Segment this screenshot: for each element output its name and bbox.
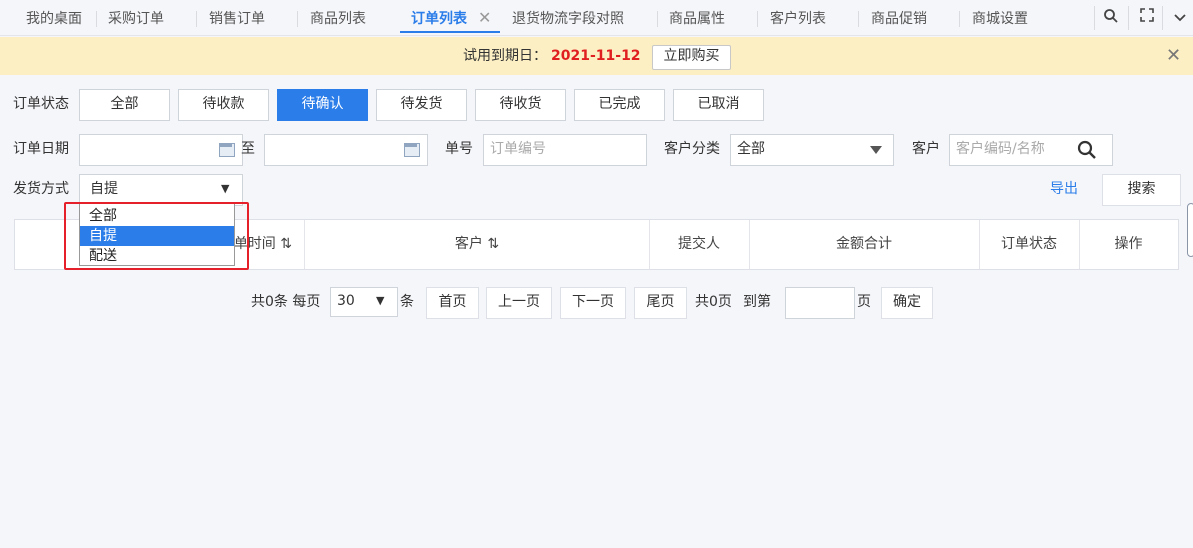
trial-expiry-label: 试用到期日： (463, 48, 547, 64)
tab-sales-orders[interactable]: 销售订单 (209, 0, 265, 36)
tab-product-list[interactable]: 商品列表 (310, 0, 366, 36)
tab-product-promotion[interactable]: 商品促销 (871, 0, 927, 36)
toolbar-divider (1094, 6, 1095, 30)
prev-page-button[interactable]: 上一页 (486, 287, 552, 319)
tab-divider (96, 11, 97, 27)
tab-purchase-orders[interactable]: 采购订单 (108, 0, 164, 36)
tab-divider (959, 11, 960, 27)
export-link[interactable]: 导出 (1050, 179, 1078, 199)
status-button-pending-shipment[interactable]: 待发货 (376, 89, 467, 121)
calendar-icon (219, 143, 235, 157)
column-header-customer[interactable]: 客户 ⇅ (305, 220, 650, 269)
customer-category-select[interactable]: 全部 (730, 134, 894, 166)
order-date-label: 订单日期 (13, 141, 69, 157)
tab-my-desktop[interactable]: 我的桌面 (26, 0, 82, 36)
tab-bar: 我的桌面 采购订单 销售订单 商品列表 订单列表 ✕ 退货物流字段对照 商品属性… (0, 0, 1193, 36)
start-date-input[interactable] (79, 134, 243, 166)
goto-confirm-button[interactable]: 确定 (881, 287, 933, 319)
status-button-pending-receipt[interactable]: 待收货 (475, 89, 566, 121)
chevron-down-icon[interactable] (1170, 8, 1190, 28)
status-button-all[interactable]: 全部 (79, 89, 170, 121)
tab-return-logistics-mapping[interactable]: 退货物流字段对照 (512, 0, 624, 36)
search-icon[interactable] (1077, 140, 1097, 160)
tab-divider (297, 11, 298, 27)
caret-down-icon: ▼ (376, 294, 385, 307)
caret-down-icon: ▼ (221, 182, 230, 195)
goto-page-input[interactable] (785, 287, 855, 319)
next-page-button[interactable]: 下一页 (560, 287, 626, 319)
order-status-label: 订单状态 (13, 96, 69, 112)
page-size-select[interactable]: 30 ▼ (330, 287, 398, 317)
goto-page-suffix: 页 (857, 294, 871, 310)
shipping-method-value: 自提 (90, 181, 118, 197)
order-number-placeholder: 订单编号 (490, 141, 546, 157)
last-page-button[interactable]: 尾页 (634, 287, 687, 319)
tab-divider (657, 11, 658, 27)
customer-search-placeholder: 客户编码/名称 (956, 141, 1045, 157)
tab-product-attributes[interactable]: 商品属性 (669, 0, 725, 36)
search-button[interactable]: 搜索 (1102, 174, 1181, 206)
date-range-separator: 至 (241, 141, 255, 157)
customer-search-input[interactable]: 客户编码/名称 (949, 134, 1113, 166)
trial-notice-bar: 试用到期日： 2021-11-12 立即购买 ✕ (0, 37, 1193, 75)
end-date-input[interactable] (264, 134, 428, 166)
first-page-button[interactable]: 首页 (426, 287, 479, 319)
page-size-value: 30 (337, 293, 355, 309)
tab-divider (858, 11, 859, 27)
buy-now-button[interactable]: 立即购买 (652, 45, 731, 70)
status-button-completed[interactable]: 已完成 (574, 89, 665, 121)
column-header-order-status: 订单状态 (979, 220, 1080, 269)
column-header-submitter: 提交人 (649, 220, 750, 269)
status-button-cancelled[interactable]: 已取消 (673, 89, 764, 121)
tab-divider (196, 11, 197, 27)
tab-divider (757, 11, 758, 27)
customer-category-value: 全部 (737, 141, 765, 157)
side-panel-handle[interactable] (1187, 203, 1193, 257)
fullscreen-icon[interactable] (1137, 8, 1157, 28)
active-tab-indicator (400, 31, 500, 33)
annotation-highlight-box (64, 202, 249, 270)
pagination-page-count: 共0页 (695, 294, 732, 310)
toolbar-divider (1128, 6, 1129, 30)
column-header-actions: 操作 (1114, 236, 1143, 252)
shipping-method-label: 发货方式 (13, 181, 69, 197)
goto-label: 到第 (743, 294, 771, 310)
chevron-down-icon (870, 146, 882, 154)
order-number-label: 单号 (445, 141, 473, 157)
order-number-input[interactable]: 订单编号 (483, 134, 647, 166)
close-icon[interactable]: ✕ (1166, 37, 1181, 75)
tab-mall-settings[interactable]: 商城设置 (972, 0, 1028, 36)
search-icon[interactable] (1101, 8, 1121, 28)
trial-expiry-date: 2021-11-12 (551, 48, 641, 64)
toolbar-divider (1162, 6, 1163, 30)
status-button-pending-confirm[interactable]: 待确认 (277, 89, 368, 121)
status-button-pending-payment[interactable]: 待收款 (178, 89, 269, 121)
customer-category-label: 客户分类 (664, 141, 720, 157)
pagination-total: 共0条 每页 (251, 294, 321, 310)
page-size-unit: 条 (400, 294, 414, 310)
customer-label: 客户 (912, 141, 940, 157)
tab-customer-list[interactable]: 客户列表 (770, 0, 826, 36)
column-header-total-amount: 金额合计 (749, 220, 980, 269)
calendar-icon (404, 143, 420, 157)
